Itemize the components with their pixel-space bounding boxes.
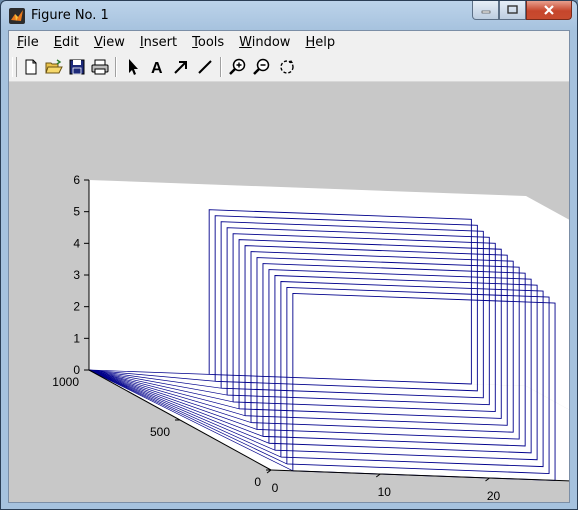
menu-tools[interactable]: Tools	[184, 35, 231, 50]
open-file-icon	[45, 59, 63, 74]
new-file-icon	[25, 59, 37, 75]
x-tick-label: 20	[487, 489, 501, 502]
zoom-out-button[interactable]	[252, 57, 272, 77]
figure-canvas[interactable]: 010203040050010000123456	[9, 82, 569, 502]
zoom-in-button[interactable]	[228, 57, 248, 77]
x-tick-mark	[485, 477, 490, 482]
toolbar-separator	[220, 57, 222, 77]
zoom-out-icon	[253, 58, 270, 75]
close-icon	[544, 5, 554, 15]
3d-line-plot[interactable]: 010203040050010000123456	[9, 82, 569, 502]
window-title: Figure No. 1	[31, 8, 109, 23]
minimize-button[interactable]	[472, 1, 499, 20]
save-button[interactable]	[67, 57, 87, 77]
y-tick-label: 500	[150, 425, 170, 439]
z-tick-label: 3	[73, 268, 80, 282]
y-tick-label: 1000	[52, 375, 79, 389]
rotate-3d-button[interactable]	[277, 57, 297, 77]
insert-text-icon: A	[151, 60, 163, 76]
insert-text-button[interactable]: A	[147, 57, 167, 77]
z-tick-label: 0	[73, 363, 80, 377]
close-button[interactable]	[526, 1, 572, 20]
figure-window: Figure No. 1 File Edit View Insert Tools Wind…	[0, 0, 578, 510]
x-tick-label: 0	[272, 481, 279, 495]
menu-insert[interactable]: Insert	[132, 35, 184, 50]
y-tick-label: 0	[254, 475, 261, 489]
insert-arrow-button[interactable]	[171, 57, 191, 77]
insert-line-button[interactable]	[195, 57, 215, 77]
z-tick-label: 2	[73, 300, 80, 314]
insert-arrow-icon	[174, 61, 187, 74]
z-tick-label: 5	[73, 205, 80, 219]
figure-toolbar: A	[9, 53, 569, 82]
print-icon	[91, 59, 109, 75]
menu-help[interactable]: Help	[297, 35, 342, 50]
x-tick-mark	[375, 473, 381, 478]
select-arrow-icon	[129, 59, 138, 75]
zoom-in-icon	[229, 58, 246, 75]
menu-window[interactable]: Window	[231, 35, 297, 50]
print-button[interactable]	[90, 57, 110, 77]
new-figure-button[interactable]	[21, 57, 41, 77]
z-tick-label: 6	[73, 173, 80, 187]
matlab-app-icon	[9, 8, 25, 24]
menu-bar: File Edit View Insert Tools Window Help	[9, 31, 569, 53]
x-tick-label: 10	[378, 485, 392, 499]
menu-view[interactable]: View	[86, 35, 132, 50]
z-tick-label: 4	[73, 236, 80, 250]
menu-file[interactable]: File	[9, 35, 46, 50]
title-bar[interactable]: Figure No. 1	[1, 1, 577, 30]
save-icon	[69, 59, 85, 75]
toolbar-separator	[115, 57, 117, 77]
toolbar-grip[interactable]	[12, 57, 17, 77]
rotate-3d-icon	[280, 60, 294, 74]
maximize-icon	[507, 5, 518, 14]
figure-client-area: File Edit View Insert Tools Window Help A	[8, 30, 570, 503]
axes-back-wall	[89, 180, 526, 386]
caption-buttons	[472, 1, 572, 20]
menu-edit[interactable]: Edit	[46, 35, 86, 50]
z-tick-label: 1	[73, 331, 80, 345]
open-file-button[interactable]	[44, 57, 64, 77]
edit-plot-button[interactable]	[123, 57, 143, 77]
minimize-icon	[481, 10, 490, 14]
maximize-button[interactable]	[499, 1, 526, 20]
insert-line-icon	[198, 60, 212, 74]
svg-text:A: A	[151, 60, 163, 76]
